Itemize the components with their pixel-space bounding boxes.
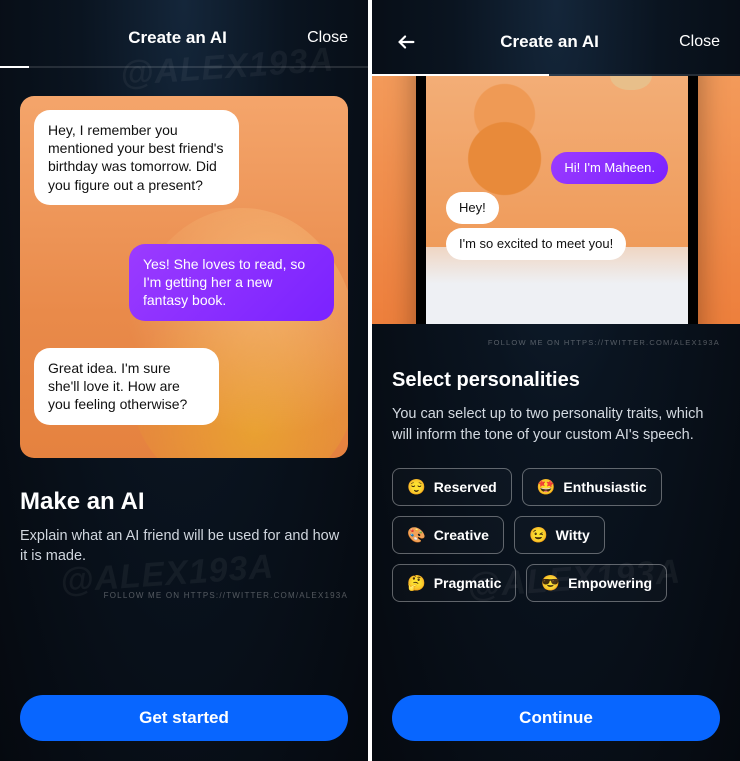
chat-bubble-incoming: Hey! (446, 192, 499, 224)
header: Create an AI Close (0, 0, 368, 66)
chip-label: Pragmatic (434, 575, 502, 591)
hero-phone-card: Hi! I'm Maheen. Hey! I'm so excited to m… (372, 76, 740, 324)
chip-label: Enthusiastic (563, 479, 646, 495)
section-subtitle: You can select up to two personality tra… (392, 404, 720, 446)
chip-emoji: 🤩 (537, 478, 556, 496)
phone-screen: Hi! I'm Maheen. Hey! I'm so excited to m… (426, 76, 688, 324)
personality-chip-witty[interactable]: 😉 Witty (514, 516, 605, 554)
chat-bubble-incoming: Great idea. I'm sure she'll love it. How… (34, 348, 219, 425)
chat-bubble-outgoing: Yes! She loves to read, so I'm getting h… (129, 244, 334, 321)
watermark-follow: FOLLOW ME ON HTTPS://TWITTER.COM/ALEX193… (392, 338, 720, 347)
chip-label: Creative (434, 527, 489, 543)
get-started-button[interactable]: Get started (20, 695, 348, 741)
page-title: Create an AI (500, 32, 599, 52)
continue-button[interactable]: Continue (392, 695, 720, 741)
back-button[interactable] (392, 28, 420, 56)
chip-emoji: 😉 (529, 526, 548, 544)
personality-chip-reserved[interactable]: 😌 Reserved (392, 468, 512, 506)
personality-chips: 😌 Reserved 🤩 Enthusiastic 🎨 Creative 😉 Witty 🤔 Pr… (392, 468, 720, 602)
chip-label: Reserved (434, 479, 497, 495)
chat-bubble-incoming: Hey, I remember you mentioned your best … (34, 110, 239, 205)
screen-personalities: @ALEX193A Create an AI Close Hi! I'm Mah… (372, 0, 740, 761)
content: Hi! I'm Maheen. Hey! I'm so excited to m… (372, 76, 740, 761)
personality-chip-creative[interactable]: 🎨 Creative (392, 516, 504, 554)
chat-bubble-incoming: I'm so excited to meet you! (446, 228, 626, 260)
section-title: Make an AI (20, 488, 348, 516)
header: Create an AI Close (372, 0, 740, 74)
chip-emoji: 😌 (407, 478, 426, 496)
arrow-left-icon (395, 31, 417, 53)
chip-label: Witty (556, 527, 590, 543)
section-subtitle: Explain what an AI friend will be used f… (20, 526, 348, 567)
section-title: Select personalities (392, 369, 720, 392)
personality-chip-empowering[interactable]: 😎 Empowering (526, 564, 667, 602)
screen-intro: @ALEX193A @ALEX193A Create an AI Close H… (0, 0, 368, 761)
watermark-follow: FOLLOW ME ON HTTPS://TWITTER.COM/ALEX193… (20, 591, 348, 600)
content: Hey, I remember you mentioned your best … (0, 68, 368, 761)
chat-bubble-outgoing: Hi! I'm Maheen. (551, 152, 668, 184)
phone-frame: Hi! I'm Maheen. Hey! I'm so excited to m… (416, 76, 698, 324)
hero-chat-card: Hey, I remember you mentioned your best … (20, 96, 348, 458)
chip-emoji: 🎨 (407, 526, 426, 544)
personality-chip-pragmatic[interactable]: 🤔 Pragmatic (392, 564, 516, 602)
chip-emoji: 😎 (541, 574, 560, 592)
personality-chip-enthusiastic[interactable]: 🤩 Enthusiastic (522, 468, 662, 506)
chip-emoji: 🤔 (407, 574, 426, 592)
close-button[interactable]: Close (679, 33, 720, 51)
page-title: Create an AI (128, 28, 227, 48)
chip-label: Empowering (568, 575, 652, 591)
close-button[interactable]: Close (307, 29, 348, 47)
